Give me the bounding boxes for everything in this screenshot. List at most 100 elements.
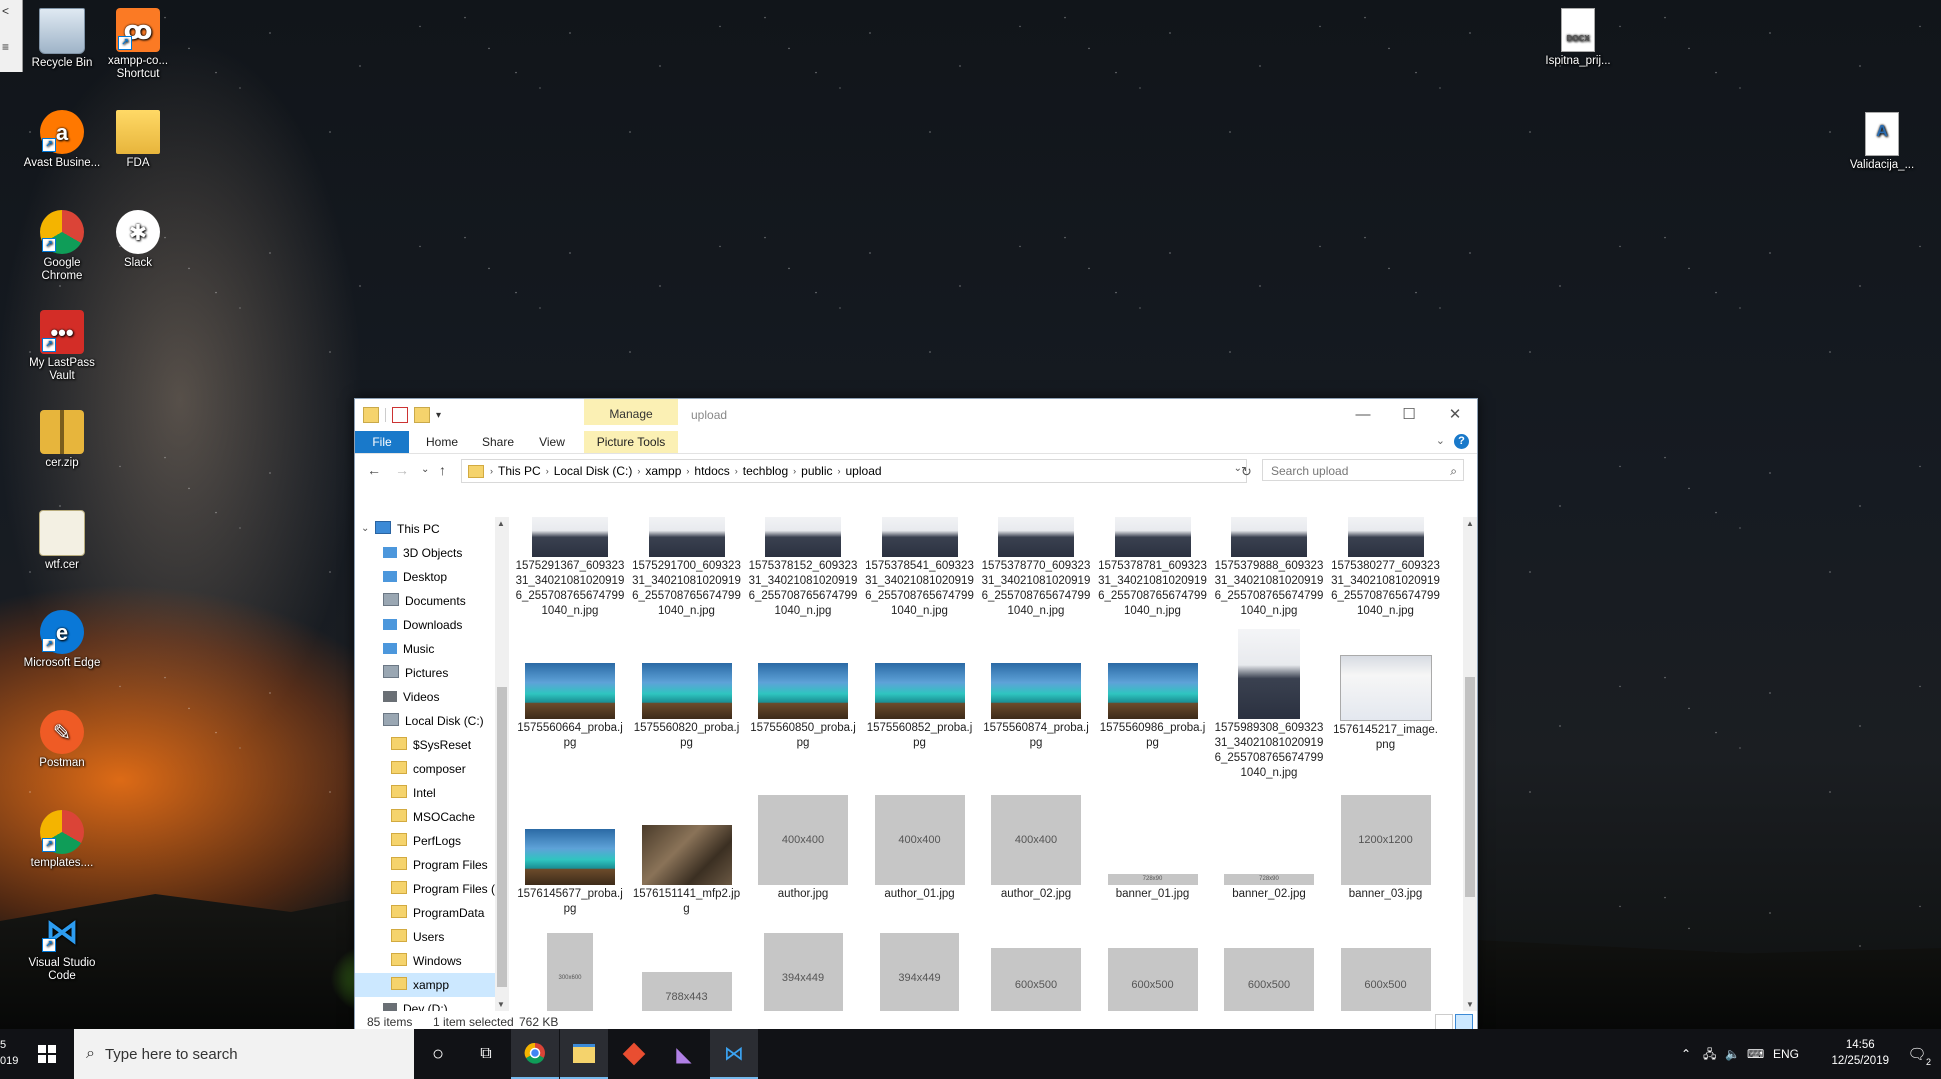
file-explorer-taskbar-icon[interactable] [560, 1029, 608, 1079]
file-item[interactable]: 600x500tech_blog_03.jpg [1214, 931, 1324, 1011]
desktop-icon[interactable]: ⋈ ↗ Visual Studio Code [22, 910, 102, 983]
scroll-down-icon[interactable]: ▼ [497, 1000, 505, 1009]
breadcrumb-item[interactable]: techblog [738, 464, 793, 478]
nav-item[interactable]: Desktop [355, 565, 495, 589]
keyboard-icon[interactable]: ⌨ [1747, 1029, 1764, 1079]
nav-item[interactable]: MSOCache [355, 805, 495, 829]
file-item[interactable]: 400x400 author_02.jpg [981, 793, 1091, 902]
volume-icon[interactable]: 🔈 [1725, 1029, 1740, 1079]
large-icons-view-button[interactable] [1455, 1014, 1473, 1030]
breadcrumb-item[interactable]: xampp [640, 464, 686, 478]
breadcrumb-item[interactable]: upload [841, 464, 887, 478]
file-item[interactable]: 600x500tech_blog_04.jpg [1331, 931, 1441, 1011]
expand-chevron-icon[interactable]: ⌄ [361, 517, 369, 541]
scroll-thumb[interactable] [1465, 677, 1475, 897]
manage-tab[interactable]: Manage [584, 399, 678, 425]
tab-file[interactable]: File [355, 431, 409, 453]
file-item[interactable]: 788x443tech_01.jpg [632, 931, 742, 1011]
nav-item[interactable]: Documents [355, 589, 495, 613]
file-item[interactable]: 1575560852_proba.jpg [865, 627, 975, 751]
desktop-icon[interactable]: DOCX Ispitna_prij... [1538, 8, 1618, 68]
nav-item[interactable]: Videos [355, 685, 495, 709]
file-item[interactable]: 1575291367_60932331_340210810209196_2557… [515, 517, 625, 619]
taskbar-search-box[interactable]: ⌕ Type here to search [74, 1029, 414, 1079]
file-item[interactable]: 1575560986_proba.jpg [1098, 627, 1208, 751]
close-button[interactable]: ✕ [1433, 403, 1477, 427]
nav-item[interactable]: Music [355, 637, 495, 661]
help-icon[interactable]: ? [1454, 434, 1469, 449]
file-item[interactable]: 1575989308_60932331_340210810209196_2557… [1214, 627, 1324, 781]
file-item[interactable]: 1575378781_60932331_340210810209196_2557… [1098, 517, 1208, 619]
show-hidden-icons-icon[interactable]: ⌃ [1681, 1029, 1691, 1079]
forward-button[interactable]: → [395, 462, 409, 478]
content-scrollbar[interactable]: ▲ ▼ [1463, 517, 1477, 1011]
scroll-down-icon[interactable]: ▼ [1466, 1000, 1474, 1009]
task-view-icon[interactable]: ⧉ [462, 1029, 510, 1079]
file-item[interactable]: 394x449tech_02.jpg [748, 931, 858, 1011]
file-list[interactable]: 1575291367_60932331_340210810209196_2557… [515, 517, 1463, 1011]
nav-item[interactable]: ProgramData [355, 901, 495, 925]
desktop-icon[interactable]: ✱ Slack [98, 210, 178, 270]
nav-item[interactable]: PerfLogs [355, 829, 495, 853]
file-item[interactable]: 1200x1200 banner_03.jpg [1331, 793, 1441, 902]
folder-icon[interactable] [363, 407, 379, 423]
file-item[interactable]: 1575378152_60932331_340210810209196_2557… [748, 517, 858, 619]
network-icon[interactable]: 🖧 [1703, 1029, 1716, 1079]
file-item[interactable]: 600x500tech_blog_01.jpg [981, 931, 1091, 1011]
nav-item[interactable]: ⌄ This PC [355, 517, 495, 541]
title-bar[interactable]: ▾ Manage upload — ☐ ✕ [355, 399, 1477, 431]
nav-item[interactable]: Intel [355, 781, 495, 805]
tab-share[interactable]: Share [473, 431, 523, 453]
scroll-up-icon[interactable]: ▲ [1466, 519, 1474, 528]
desktop-icon[interactable]: ✎ Postman [22, 710, 102, 770]
file-item[interactable]: 600x500tech_blog_02.jpg [1098, 931, 1208, 1011]
nav-item[interactable]: $SysReset [355, 733, 495, 757]
desktop-icon[interactable]: cer.zip [22, 410, 102, 470]
git-taskbar-icon[interactable] [610, 1029, 658, 1079]
refresh-icon[interactable]: ↻ [1241, 464, 1252, 480]
nav-item[interactable]: 3D Objects [355, 541, 495, 565]
nav-item[interactable]: Windows [355, 949, 495, 973]
nav-item[interactable]: Dev (D:) [355, 997, 495, 1011]
nav-item[interactable]: xampp [355, 973, 495, 997]
properties-icon[interactable] [392, 407, 408, 423]
vscode-taskbar-icon[interactable]: ⋈ [710, 1029, 758, 1079]
tab-home[interactable]: Home [417, 431, 467, 453]
desktop-icon[interactable]: A Validacija_... [1842, 112, 1922, 172]
breadcrumb-item[interactable]: This PC [493, 464, 546, 478]
desktop-icon[interactable]: wtf.cer [22, 510, 102, 572]
nav-item[interactable]: Program Files ( [355, 877, 495, 901]
nav-scrollbar[interactable]: ▲ ▼ [495, 517, 509, 1011]
scroll-thumb[interactable] [497, 687, 507, 987]
nav-item[interactable]: Downloads [355, 613, 495, 637]
navigation-pane[interactable]: ⌄ This PC 3D Objects Desktop Documents Downl… [355, 517, 495, 1011]
nav-item[interactable]: Users [355, 925, 495, 949]
breadcrumb-item[interactable]: htdocs [689, 464, 734, 478]
file-item[interactable]: 1576151141_mfp2.jpg [632, 793, 742, 917]
file-item[interactable]: 1575560874_proba.jpg [981, 627, 1091, 751]
file-item[interactable]: 728x90 banner_01.jpg [1098, 793, 1208, 902]
file-explorer-window[interactable]: ▾ Manage upload — ☐ ✕ File Home Share Vi… [354, 398, 1478, 1034]
desktop-icon[interactable]: ••• ↗ My LastPass Vault [22, 310, 102, 383]
desktop-icon[interactable]: a ↗ Avast Busine... [22, 110, 102, 170]
file-item[interactable]: 728x90 banner_02.jpg [1214, 793, 1324, 902]
maximize-button[interactable]: ☐ [1387, 403, 1431, 427]
desktop-icon[interactable]: ꝏ ↗ xampp-co... Shortcut [98, 8, 178, 81]
file-item[interactable]: 1576145217_image.png [1331, 627, 1441, 753]
file-item[interactable]: 1575380277_60932331_340210810209196_2557… [1331, 517, 1441, 619]
offscreen-window-edge[interactable]: < ≡ [0, 0, 23, 72]
scroll-up-icon[interactable]: ▲ [497, 519, 505, 528]
chevron-down-icon[interactable]: ▾ [436, 410, 441, 421]
chrome-taskbar-icon[interactable] [511, 1029, 559, 1079]
nav-item[interactable]: Local Disk (C:) [355, 709, 495, 733]
file-item[interactable]: 1575560850_proba.jpg [748, 627, 858, 751]
file-item[interactable]: 1575560664_proba.jpg [515, 627, 625, 751]
start-button[interactable] [24, 1029, 70, 1079]
nav-item[interactable]: composer [355, 757, 495, 781]
file-item[interactable]: 400x400 author_01.jpg [865, 793, 975, 902]
new-folder-icon[interactable] [414, 407, 430, 423]
expand-ribbon-icon[interactable]: ⌄ [1436, 434, 1445, 447]
file-item[interactable]: 1576145677_proba.jpg [515, 793, 625, 917]
language-indicator[interactable]: ENG [1773, 1029, 1799, 1079]
up-button[interactable]: ↑ [439, 462, 446, 478]
